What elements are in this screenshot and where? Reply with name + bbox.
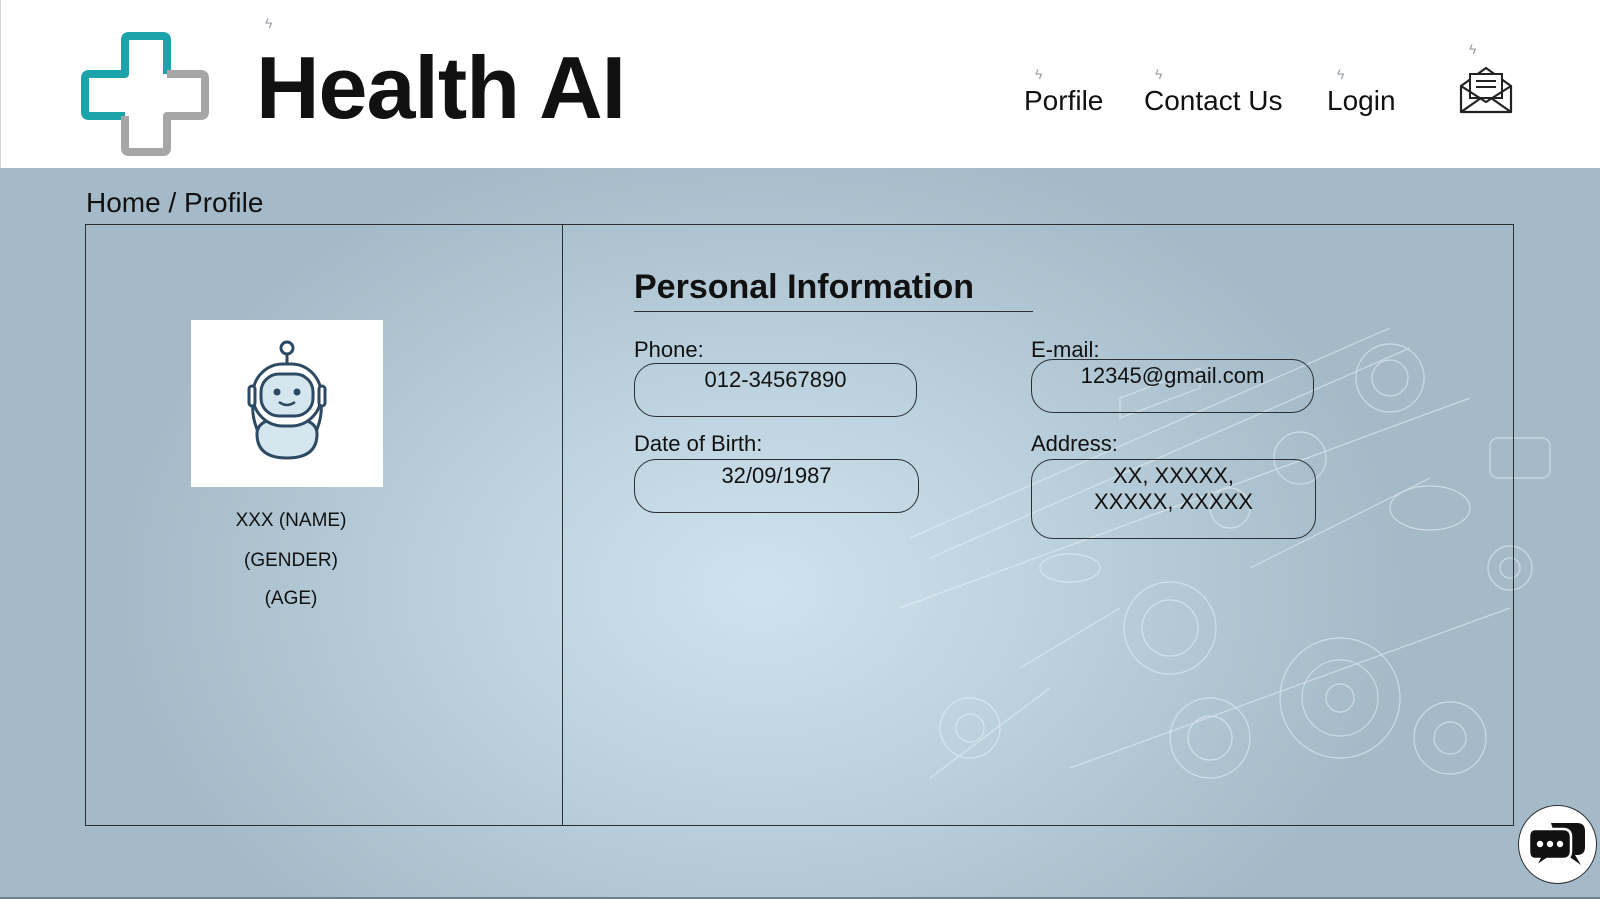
panel-divider <box>562 225 563 825</box>
lightning-icon: ϟ <box>1155 66 1163 82</box>
email-field[interactable]: 12345@gmail.com <box>1031 359 1314 413</box>
lightning-icon: ϟ <box>1035 66 1043 82</box>
address-label: Address: <box>1031 431 1118 456</box>
nav-profile-link[interactable]: Porfile <box>1024 84 1103 118</box>
address-line-2: XXXXX, XXXXX <box>1094 489 1253 514</box>
profile-age: (AGE) <box>264 588 318 609</box>
chat-button[interactable] <box>1518 805 1597 884</box>
brand-title: Health AI <box>256 38 626 137</box>
dob-label: Date of Birth: <box>634 431 763 456</box>
breadcrumb: Home / Profile <box>86 187 264 218</box>
address-line-1: XX, XXXXX, <box>1112 463 1235 488</box>
medical-cross-logo <box>81 32 209 156</box>
robot-icon <box>247 340 327 460</box>
address-field[interactable]: XX, XXXXX, XXXXX, XXXXX <box>1031 459 1316 539</box>
envelope-icon[interactable] <box>1457 64 1515 116</box>
lightning-icon: ϟ <box>1337 66 1345 82</box>
lightning-icon: ϟ <box>1469 41 1477 57</box>
profile-name: XXX (NAME) <box>235 510 347 531</box>
main-content: Home / Profile XXX (NAME) (GENDER) (AGE)… <box>0 168 1600 899</box>
profile-gender: (GENDER) <box>244 550 338 571</box>
top-header: ϟ Health AI ϟ Porfile ϟ Contact Us ϟ Log… <box>0 0 1600 168</box>
chat-bubbles-icon <box>1527 823 1585 871</box>
phone-field[interactable]: 012-34567890 <box>634 363 917 417</box>
nav-contact-link[interactable]: Contact Us <box>1144 84 1283 118</box>
dob-field[interactable]: 32/09/1987 <box>634 459 919 513</box>
avatar <box>191 320 383 487</box>
nav-login-link[interactable]: Login <box>1327 84 1396 118</box>
lightning-icon: ϟ <box>265 15 273 31</box>
profile-panel: XXX (NAME) (GENDER) (AGE) Personal Infor… <box>85 224 1597 884</box>
title-underline <box>634 311 1033 312</box>
section-title: Personal Information <box>634 268 975 306</box>
phone-label: Phone: <box>634 337 704 362</box>
